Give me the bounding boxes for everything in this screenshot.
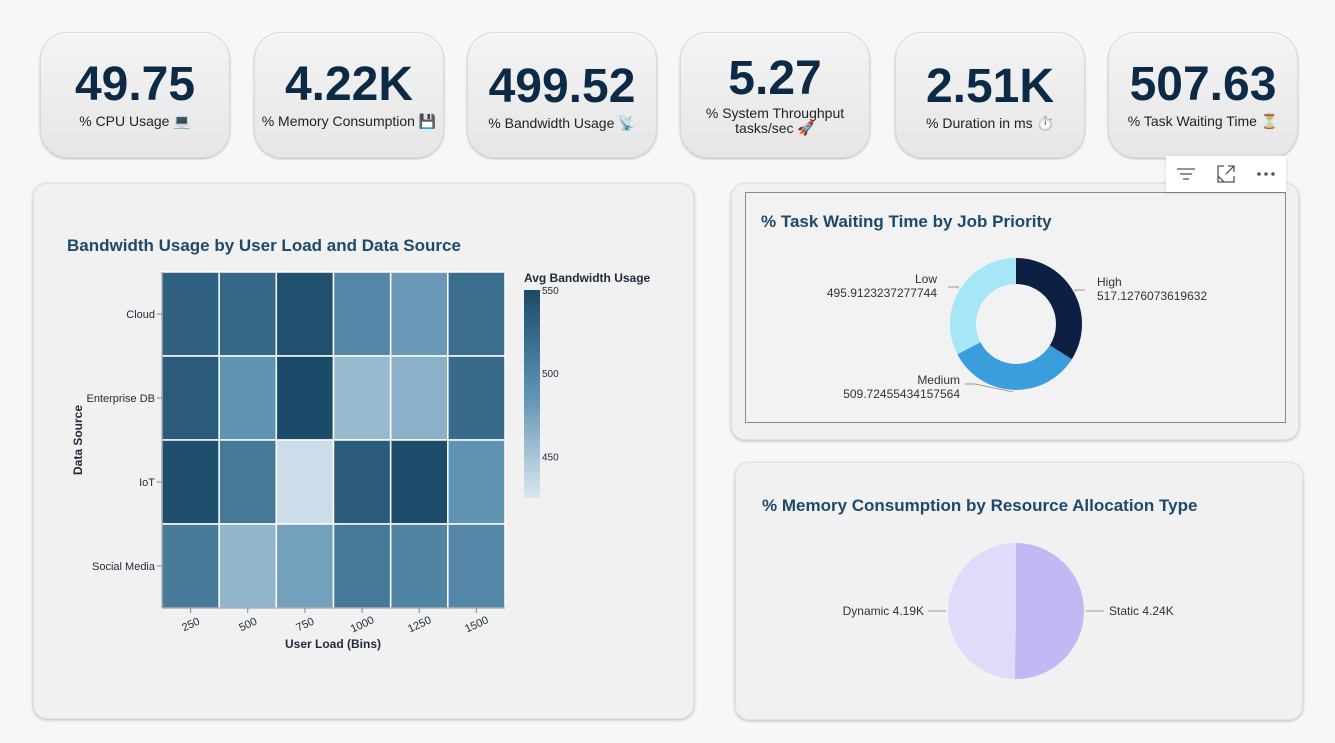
visual-header-toolbar [1166, 156, 1286, 192]
kpi-label: % CPU Usage 💻 [79, 113, 191, 129]
kpi-card-duration[interactable]: 2.51K % Duration in ms ⏱️ [895, 32, 1085, 158]
kpi-value: 49.75 [74, 58, 196, 111]
focus-mode-icon [1217, 165, 1235, 183]
pie-card[interactable]: % Memory Consumption by Resource Allocat… [735, 462, 1303, 720]
filter-button[interactable] [1166, 156, 1206, 192]
more-options-icon [1257, 172, 1275, 176]
kpi-card-task-waiting-time[interactable]: 507.63 % Task Waiting Time ⏳ [1108, 32, 1298, 158]
kpi-value: 507.63 [1129, 58, 1277, 111]
kpi-value: 5.27 [728, 52, 822, 105]
kpi-value: 4.22K [284, 58, 414, 111]
kpi-value: 499.52 [488, 60, 636, 113]
kpi-label: % Bandwidth Usage 📡 [488, 115, 636, 131]
more-options-button[interactable] [1246, 156, 1286, 192]
kpi-card-system-throughput[interactable]: 5.27 % System Throughput tasks/sec 🚀 [680, 32, 870, 158]
kpi-card-cpu-usage[interactable]: 49.75 % CPU Usage 💻 [40, 32, 230, 158]
pie-title: % Memory Consumption by Resource Allocat… [762, 496, 1198, 515]
kpi-label: % Duration in ms ⏱️ [926, 115, 1054, 131]
donut-visual-frame: % Task Waiting Time by Job Priority [745, 192, 1286, 423]
kpi-label: % System Throughput [705, 105, 845, 121]
kpi-card-memory-consumption[interactable]: 4.22K % Memory Consumption 💾 [254, 32, 444, 158]
kpi-value: 2.51K [925, 60, 1055, 113]
donut-title: % Task Waiting Time by Job Priority [761, 212, 1052, 231]
filter-icon [1177, 168, 1195, 180]
kpi-label-unit: tasks/sec 🚀 [735, 120, 815, 136]
focus-mode-button[interactable] [1206, 156, 1246, 192]
kpi-card-bandwidth-usage[interactable]: 499.52 % Bandwidth Usage 📡 [467, 32, 657, 158]
heatmap-title: Bandwidth Usage by User Load and Data So… [67, 236, 461, 255]
kpi-label: % Task Waiting Time ⏳ [1127, 113, 1279, 129]
kpi-label: % Memory Consumption 💾 [261, 113, 437, 129]
heatmap-card[interactable]: Bandwidth Usage by User Load and Data So… [33, 183, 694, 719]
